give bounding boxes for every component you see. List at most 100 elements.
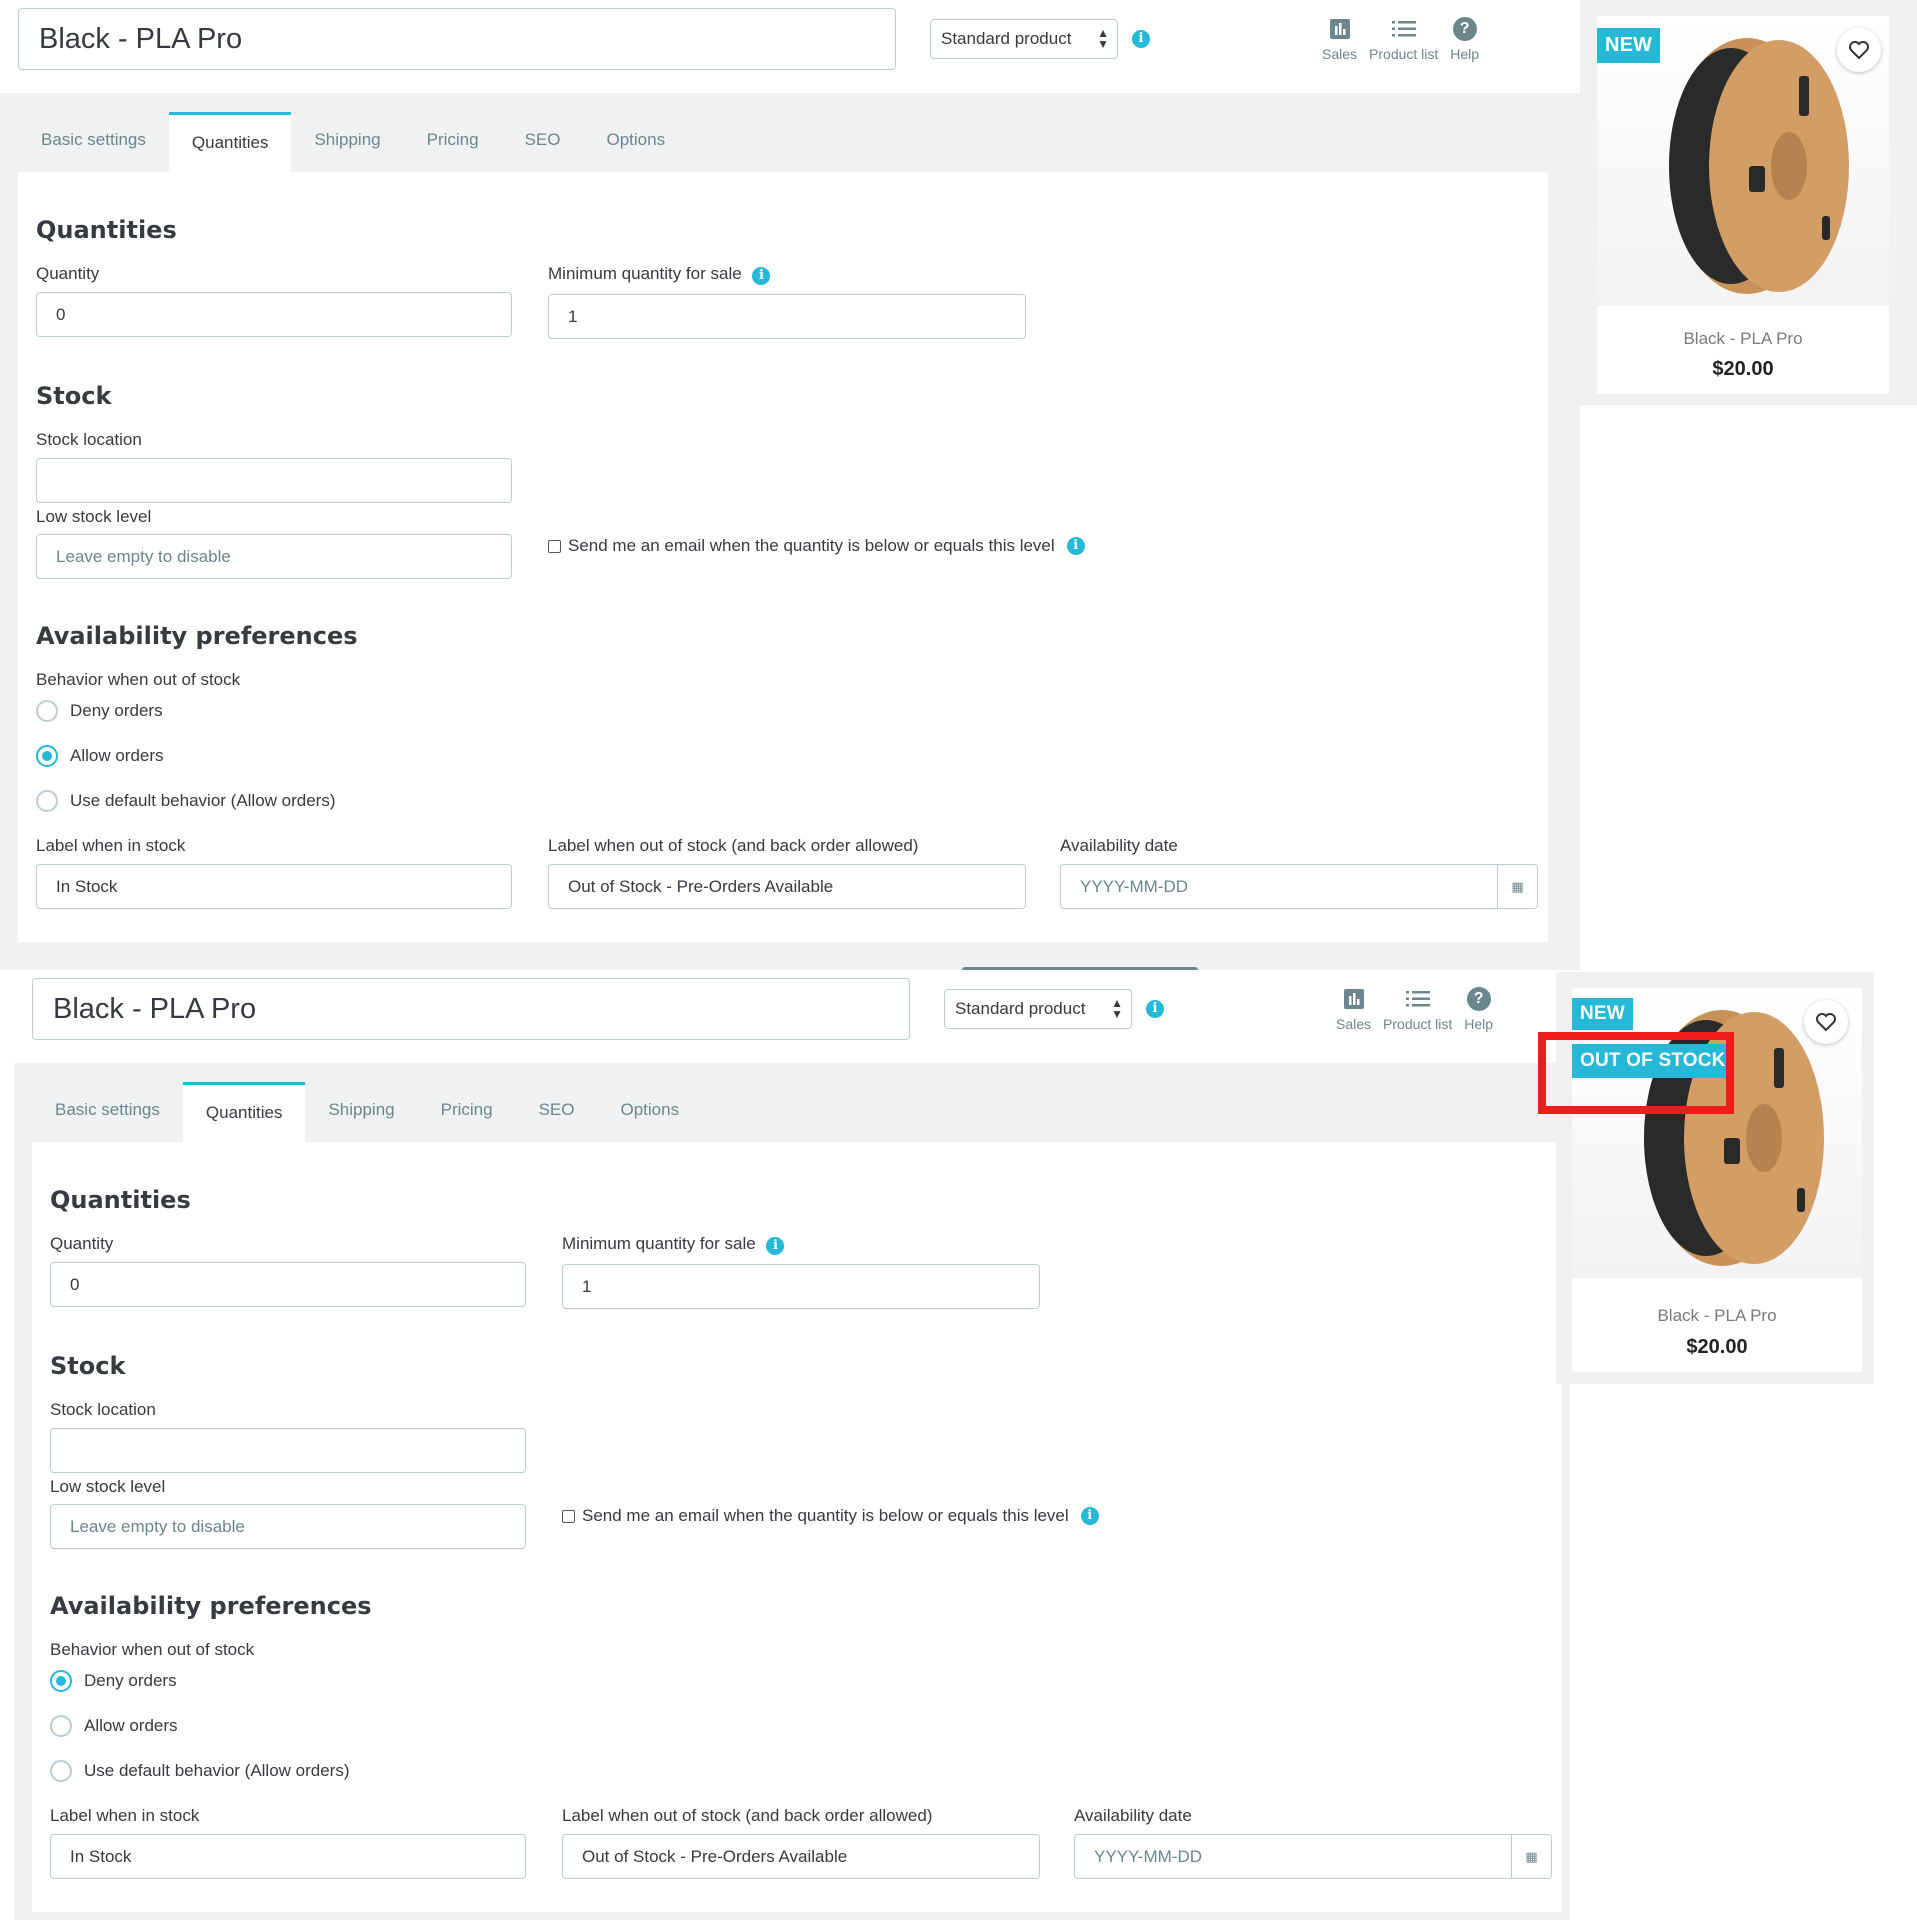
quantities-panel: Quantities Quantity 0 Minimum quantity f… bbox=[32, 1142, 1562, 1912]
info-icon[interactable]: i bbox=[1146, 1000, 1164, 1018]
info-icon[interactable]: i bbox=[766, 1237, 785, 1255]
info-icon[interactable]: i bbox=[752, 267, 771, 285]
radio-allow-orders[interactable]: Allow orders bbox=[50, 1715, 178, 1737]
tab-seo[interactable]: SEO bbox=[502, 112, 584, 172]
min-quantity-input[interactable]: 1 bbox=[548, 294, 1026, 339]
product-type-value: Standard product bbox=[955, 999, 1086, 1018]
quantity-input[interactable]: 0 bbox=[50, 1262, 526, 1307]
info-icon[interactable]: i bbox=[1080, 1507, 1099, 1525]
radio-label: Allow orders bbox=[70, 746, 164, 765]
availability-date-input[interactable]: YYYY-MM-DD ▦ bbox=[1060, 864, 1538, 909]
low-stock-label: Low stock level bbox=[50, 1477, 166, 1496]
help-button[interactable]: ? Help bbox=[1450, 16, 1479, 62]
calendar-icon[interactable]: ▦ bbox=[1497, 865, 1537, 908]
in-stock-label: Label when in stock bbox=[50, 1806, 200, 1825]
info-icon[interactable]: i bbox=[1066, 537, 1085, 555]
select-arrows-icon: ▲ ▼ bbox=[1097, 26, 1109, 51]
behavior-label: Behavior when out of stock bbox=[36, 670, 241, 689]
heart-icon[interactable] bbox=[1804, 1000, 1848, 1044]
out-of-stock-label: Label when out of stock (and back order … bbox=[562, 1806, 933, 1825]
low-stock-email-checkbox[interactable] bbox=[548, 539, 561, 553]
radio-button[interactable] bbox=[36, 700, 58, 722]
tab-seo[interactable]: SEO bbox=[516, 1082, 598, 1142]
low-stock-email-option: Send me an email when the quantity is be… bbox=[562, 1506, 1099, 1526]
product-name-input[interactable]: Black - PLA Pro bbox=[18, 8, 896, 70]
bar-chart-icon bbox=[1343, 986, 1365, 1012]
product-list-button[interactable]: Product list bbox=[1383, 986, 1452, 1032]
tab-quantities[interactable]: Quantities bbox=[168, 112, 292, 172]
calendar-icon[interactable]: ▦ bbox=[1511, 1835, 1551, 1878]
radio-allow-orders[interactable]: Allow orders bbox=[36, 745, 164, 767]
radio-button[interactable] bbox=[50, 1760, 72, 1782]
heart-icon[interactable] bbox=[1837, 28, 1881, 72]
tab-basic-settings[interactable]: Basic settings bbox=[18, 112, 169, 172]
availability-date-label: Availability date bbox=[1060, 836, 1178, 855]
admin-area: Black - PLA Pro Standard product ▲ ▼ i Sa… bbox=[14, 970, 1570, 1920]
radio-label: Use default behavior (Allow orders) bbox=[84, 1761, 350, 1780]
in-stock-input[interactable]: In Stock bbox=[36, 864, 512, 909]
admin-area: Black - PLA Pro Standard product ▲ ▼ i Sa… bbox=[0, 0, 1580, 970]
sales-button[interactable]: Sales bbox=[1336, 986, 1371, 1032]
min-quantity-input[interactable]: 1 bbox=[562, 1264, 1040, 1309]
low-stock-email-option: Send me an email when the quantity is be… bbox=[548, 536, 1085, 556]
sales-label: Sales bbox=[1336, 1016, 1372, 1032]
radio-label: Deny orders bbox=[84, 1671, 177, 1690]
product-list-button[interactable]: Product list bbox=[1369, 16, 1438, 62]
card-product-name[interactable]: Black - PLA Pro bbox=[1597, 329, 1889, 349]
radio-button[interactable] bbox=[50, 1715, 72, 1737]
min-quantity-label: Minimum quantity for sale i bbox=[548, 264, 771, 285]
product-card[interactable]: NEW Black - PLA Pro $20.00 bbox=[1597, 16, 1889, 394]
date-placeholder: YYYY-MM-DD bbox=[1080, 877, 1188, 896]
out-of-stock-input[interactable]: Out of Stock - Pre-Orders Available bbox=[562, 1834, 1040, 1879]
radio-label: Allow orders bbox=[84, 1716, 178, 1735]
behavior-label: Behavior when out of stock bbox=[50, 1640, 255, 1659]
tab-options[interactable]: Options bbox=[597, 1082, 702, 1142]
quantity-label: Quantity bbox=[36, 264, 100, 283]
min-quantity-label-text: Minimum quantity for sale bbox=[562, 1234, 756, 1253]
card-product-price: $20.00 bbox=[1686, 1336, 1748, 1358]
help-button[interactable]: ? Help bbox=[1464, 986, 1493, 1032]
quantity-label: Quantity bbox=[50, 1234, 114, 1253]
low-stock-label: Low stock level bbox=[36, 507, 152, 526]
product-header: Black - PLA Pro Standard product ▲ ▼ i Sa… bbox=[14, 970, 1570, 1063]
radio-default-behavior[interactable]: Use default behavior (Allow orders) bbox=[36, 790, 336, 812]
quantities-title: Quantities bbox=[36, 216, 177, 244]
radio-default-behavior[interactable]: Use default behavior (Allow orders) bbox=[50, 1760, 350, 1782]
out-of-stock-input[interactable]: Out of Stock - Pre-Orders Available bbox=[548, 864, 1026, 909]
radio-button[interactable] bbox=[50, 1670, 72, 1692]
availability-date-input[interactable]: YYYY-MM-DD ▦ bbox=[1074, 1834, 1552, 1879]
help-icon: ? bbox=[1466, 986, 1491, 1012]
tab-quantities[interactable]: Quantities bbox=[182, 1082, 306, 1142]
stock-location-input[interactable] bbox=[50, 1428, 526, 1473]
radio-button[interactable] bbox=[36, 790, 58, 812]
card-product-name[interactable]: Black - PLA Pro bbox=[1572, 1306, 1862, 1326]
stock-location-input[interactable] bbox=[36, 458, 512, 503]
low-stock-email-checkbox[interactable] bbox=[562, 1509, 575, 1523]
low-stock-input[interactable]: Leave empty to disable bbox=[50, 1504, 526, 1549]
radio-button[interactable] bbox=[36, 745, 58, 767]
tab-shipping[interactable]: Shipping bbox=[291, 112, 403, 172]
min-quantity-label-text: Minimum quantity for sale bbox=[548, 264, 742, 283]
sales-button[interactable]: Sales bbox=[1322, 16, 1357, 62]
tab-pricing[interactable]: Pricing bbox=[404, 112, 502, 172]
product-type-select[interactable]: Standard product ▲ ▼ bbox=[930, 19, 1118, 59]
quantities-panel: Quantities Quantity 0 Minimum quantity f… bbox=[18, 172, 1548, 942]
radio-label: Use default behavior (Allow orders) bbox=[70, 791, 336, 810]
product-name-input[interactable]: Black - PLA Pro bbox=[32, 978, 910, 1040]
tab-basic-settings[interactable]: Basic settings bbox=[32, 1082, 183, 1142]
in-stock-input[interactable]: In Stock bbox=[50, 1834, 526, 1879]
info-icon[interactable]: i bbox=[1132, 30, 1150, 48]
tab-pricing[interactable]: Pricing bbox=[418, 1082, 516, 1142]
quantity-input[interactable]: 0 bbox=[36, 292, 512, 337]
date-placeholder: YYYY-MM-DD bbox=[1094, 1847, 1202, 1866]
tab-options[interactable]: Options bbox=[583, 112, 688, 172]
low-stock-email-label: Send me an email when the quantity is be… bbox=[582, 1506, 1069, 1525]
bar-chart-icon bbox=[1329, 16, 1351, 42]
low-stock-input[interactable]: Leave empty to disable bbox=[36, 534, 512, 579]
radio-deny-orders[interactable]: Deny orders bbox=[50, 1670, 177, 1692]
tab-shipping[interactable]: Shipping bbox=[305, 1082, 417, 1142]
header-actions: Sales Product list ? Help bbox=[1322, 16, 1479, 62]
product-type-select[interactable]: Standard product ▲ ▼ bbox=[944, 989, 1132, 1029]
card-product-price: $20.00 bbox=[1712, 358, 1774, 380]
radio-deny-orders[interactable]: Deny orders bbox=[36, 700, 163, 722]
